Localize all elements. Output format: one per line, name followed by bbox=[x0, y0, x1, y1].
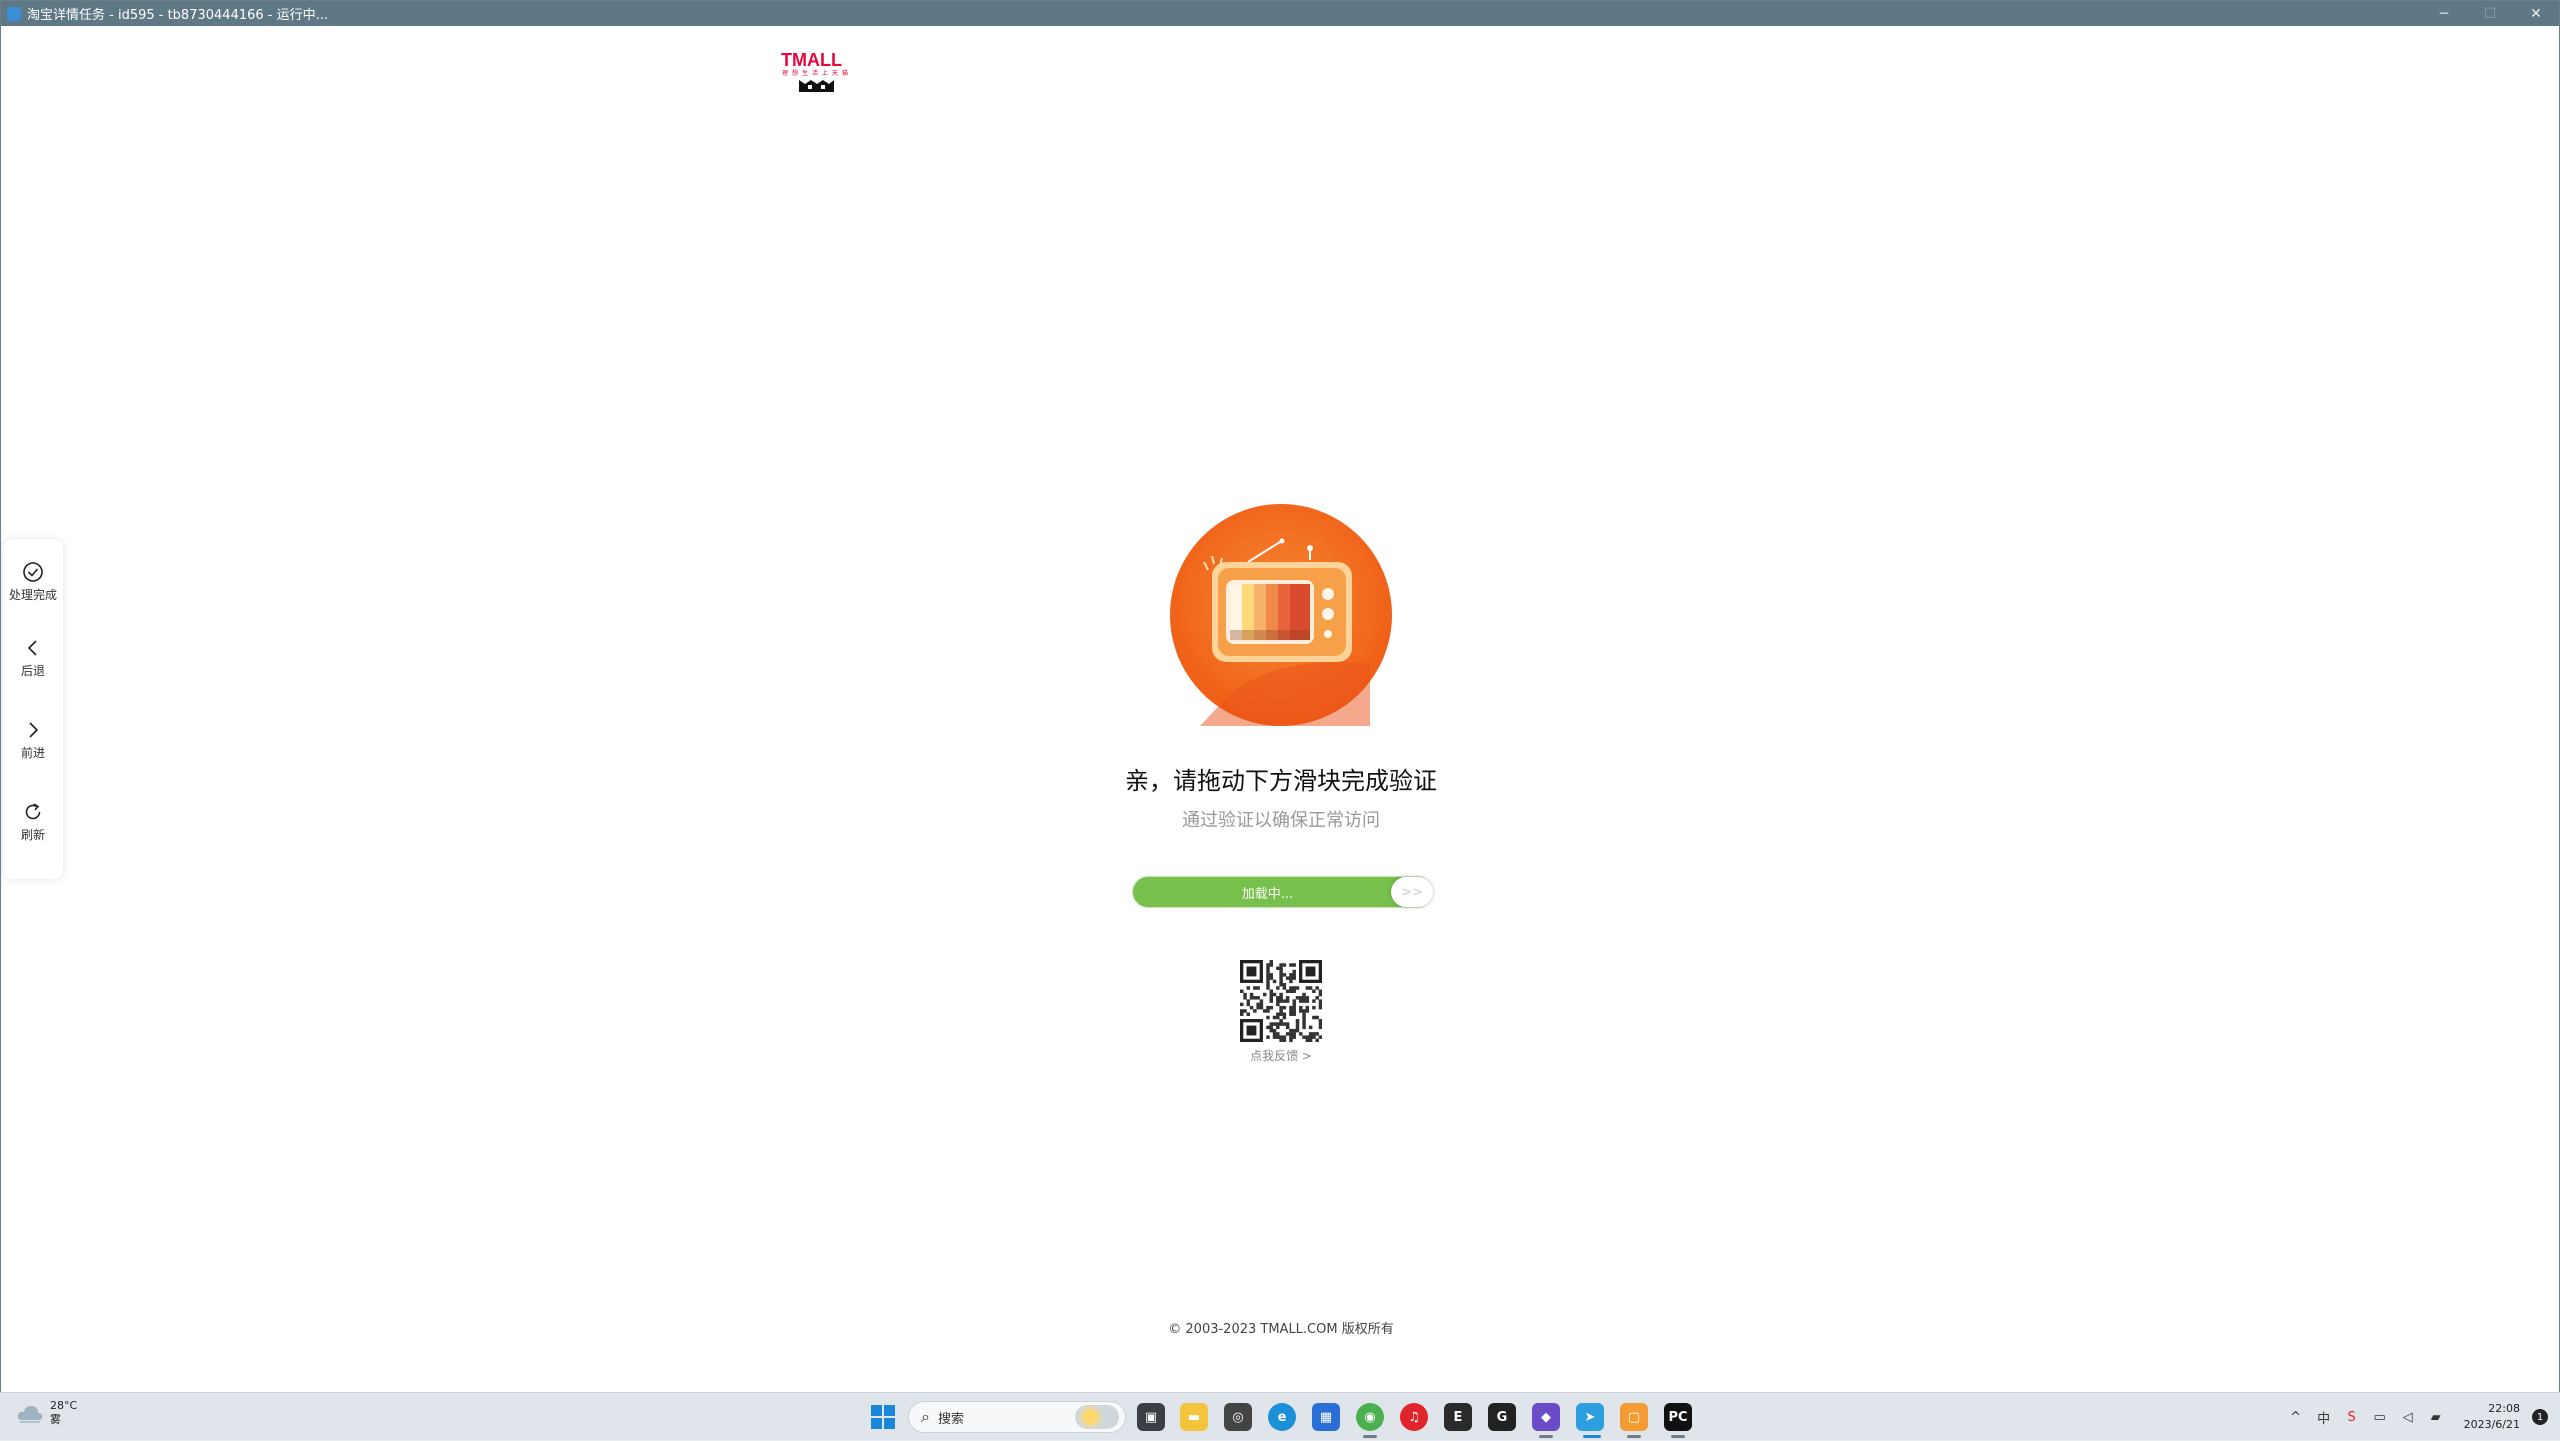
maximize-button[interactable]: ☐ bbox=[2467, 1, 2513, 26]
weather-widget[interactable]: 28°C 雾 bbox=[16, 1399, 77, 1427]
active-indicator bbox=[1671, 1435, 1685, 1438]
task-view-icon[interactable]: ▣ bbox=[1137, 1403, 1165, 1431]
side-nav-refresh[interactable]: 刷新 bbox=[3, 791, 63, 861]
verify-subtitle: 通过验证以确保正常访问 bbox=[1182, 810, 1380, 831]
window-controls: ─ ☐ ✕ bbox=[2421, 1, 2559, 26]
verify-title: 亲，请拖动下方滑块完成验证 bbox=[1125, 767, 1437, 795]
chevron-left-icon bbox=[27, 640, 37, 656]
side-nav-label: 后退 bbox=[20, 664, 45, 678]
windows-start-icon[interactable] bbox=[870, 1404, 896, 1430]
side-nav-forward[interactable]: 前进 bbox=[3, 709, 63, 779]
tmall-logo[interactable]: TMALL 理想生活上天猫 bbox=[779, 50, 855, 98]
app-g-icon[interactable]: G bbox=[1488, 1403, 1516, 1431]
sogou-icon[interactable]: S bbox=[2341, 1406, 2363, 1428]
file-explorer-icon[interactable]: ▬ bbox=[1180, 1403, 1208, 1431]
chrome-icon[interactable]: ◉ bbox=[1356, 1403, 1384, 1431]
pycharm-icon[interactable]: PC bbox=[1664, 1403, 1692, 1431]
feedback-link[interactable]: 点我反馈 > bbox=[1181, 1047, 1381, 1064]
active-indicator bbox=[1583, 1435, 1601, 1438]
active-indicator bbox=[1539, 1435, 1553, 1438]
slider-progress: 加载中... bbox=[1133, 877, 1402, 907]
ime-icon[interactable]: 中 bbox=[2313, 1406, 2335, 1428]
check-circle-icon bbox=[23, 562, 43, 582]
active-indicator bbox=[1363, 1435, 1377, 1438]
taskbar-search[interactable]: ⌕ 搜索 bbox=[908, 1401, 1126, 1433]
captcha-slider[interactable]: 加载中... >> bbox=[1132, 876, 1433, 908]
qr-code bbox=[1240, 960, 1323, 1043]
search-icon: ⌕ bbox=[921, 1407, 930, 1426]
notification-badge[interactable]: 1 bbox=[2532, 1409, 2548, 1425]
side-nav-label: 处理完成 bbox=[8, 588, 57, 602]
app-window: 淘宝详情任务 - id595 - tb8730444166 - 运行中... ─… bbox=[0, 0, 2560, 1392]
window-title: 淘宝详情任务 - id595 - tb8730444166 - 运行中... bbox=[27, 8, 328, 23]
slider-text: 加载中... bbox=[1241, 886, 1294, 902]
system-tray: ^ 中 S ▭ ◁ ▰ 22:08 2023/6/21 1 bbox=[2282, 1393, 2560, 1441]
side-nav-label: 刷新 bbox=[20, 828, 45, 842]
page-content: TMALL 理想生活上天猫 处理完成 后退 前进 刷新 亲，请拖动下方滑块完成验… bbox=[1, 26, 2559, 1392]
clock-date: 2023/6/21 bbox=[2463, 1418, 2520, 1431]
search-placeholder: 搜索 bbox=[937, 1411, 964, 1427]
close-button[interactable]: ✕ bbox=[2513, 1, 2559, 26]
side-nav-panel: 处理完成 后退 前进 刷新 bbox=[3, 539, 63, 879]
window-app-icon[interactable]: ▢ bbox=[1620, 1403, 1648, 1431]
slider-handle[interactable]: >> bbox=[1391, 877, 1433, 907]
minimize-button[interactable]: ─ bbox=[2421, 1, 2467, 26]
battery-icon[interactable]: ▰ bbox=[2425, 1406, 2447, 1428]
weather-desc: 雾 bbox=[50, 1413, 61, 1426]
visual-studio-icon[interactable]: ◆ bbox=[1532, 1403, 1560, 1431]
volume-icon[interactable]: ◁ bbox=[2397, 1406, 2419, 1428]
store-icon[interactable]: ▦ bbox=[1312, 1403, 1340, 1431]
taskbar-clock[interactable]: 22:08 2023/6/21 bbox=[2464, 1401, 2520, 1433]
refresh-icon bbox=[25, 803, 41, 820]
copyright-text: © 2003-2023 TMALL.COM 版权所有 bbox=[1168, 1322, 1394, 1337]
epic-games-icon[interactable]: E bbox=[1444, 1403, 1472, 1431]
side-nav-done[interactable]: 处理完成 bbox=[3, 551, 63, 621]
weather-temp: 28°C bbox=[50, 1399, 78, 1412]
network-icon[interactable]: ▭ bbox=[2369, 1406, 2391, 1428]
app-icon-dark[interactable]: ◎ bbox=[1224, 1403, 1252, 1431]
app-icon bbox=[7, 6, 21, 21]
cloud-icon bbox=[17, 1406, 43, 1423]
netease-music-icon[interactable]: ♫ bbox=[1400, 1403, 1428, 1431]
edge-icon[interactable]: e bbox=[1268, 1403, 1296, 1431]
search-highlight-icon bbox=[1075, 1405, 1119, 1429]
side-nav-label: 前进 bbox=[20, 746, 45, 760]
taskbar: 28°C 雾 ⌕ 搜索 ▣ ▬ ◎ e ▦ ◉ ♫ E G ◆ ➤ ▢ PC ^… bbox=[0, 1392, 2560, 1440]
active-indicator bbox=[1627, 1435, 1641, 1438]
chevron-right-icon bbox=[29, 722, 39, 738]
chevron-up-icon[interactable]: ^ bbox=[2285, 1406, 2307, 1428]
tv-illustration bbox=[1170, 504, 1392, 726]
title-bar: 淘宝详情任务 - id595 - tb8730444166 - 运行中... ─… bbox=[1, 1, 2559, 26]
svg-text:TMALL: TMALL bbox=[781, 50, 842, 70]
svg-text:理想生活上天猫: 理想生活上天猫 bbox=[782, 69, 852, 77]
side-nav-back[interactable]: 后退 bbox=[3, 627, 63, 697]
bird-app-icon[interactable]: ➤ bbox=[1576, 1403, 1604, 1431]
clock-time: 22:08 bbox=[2488, 1402, 2520, 1415]
